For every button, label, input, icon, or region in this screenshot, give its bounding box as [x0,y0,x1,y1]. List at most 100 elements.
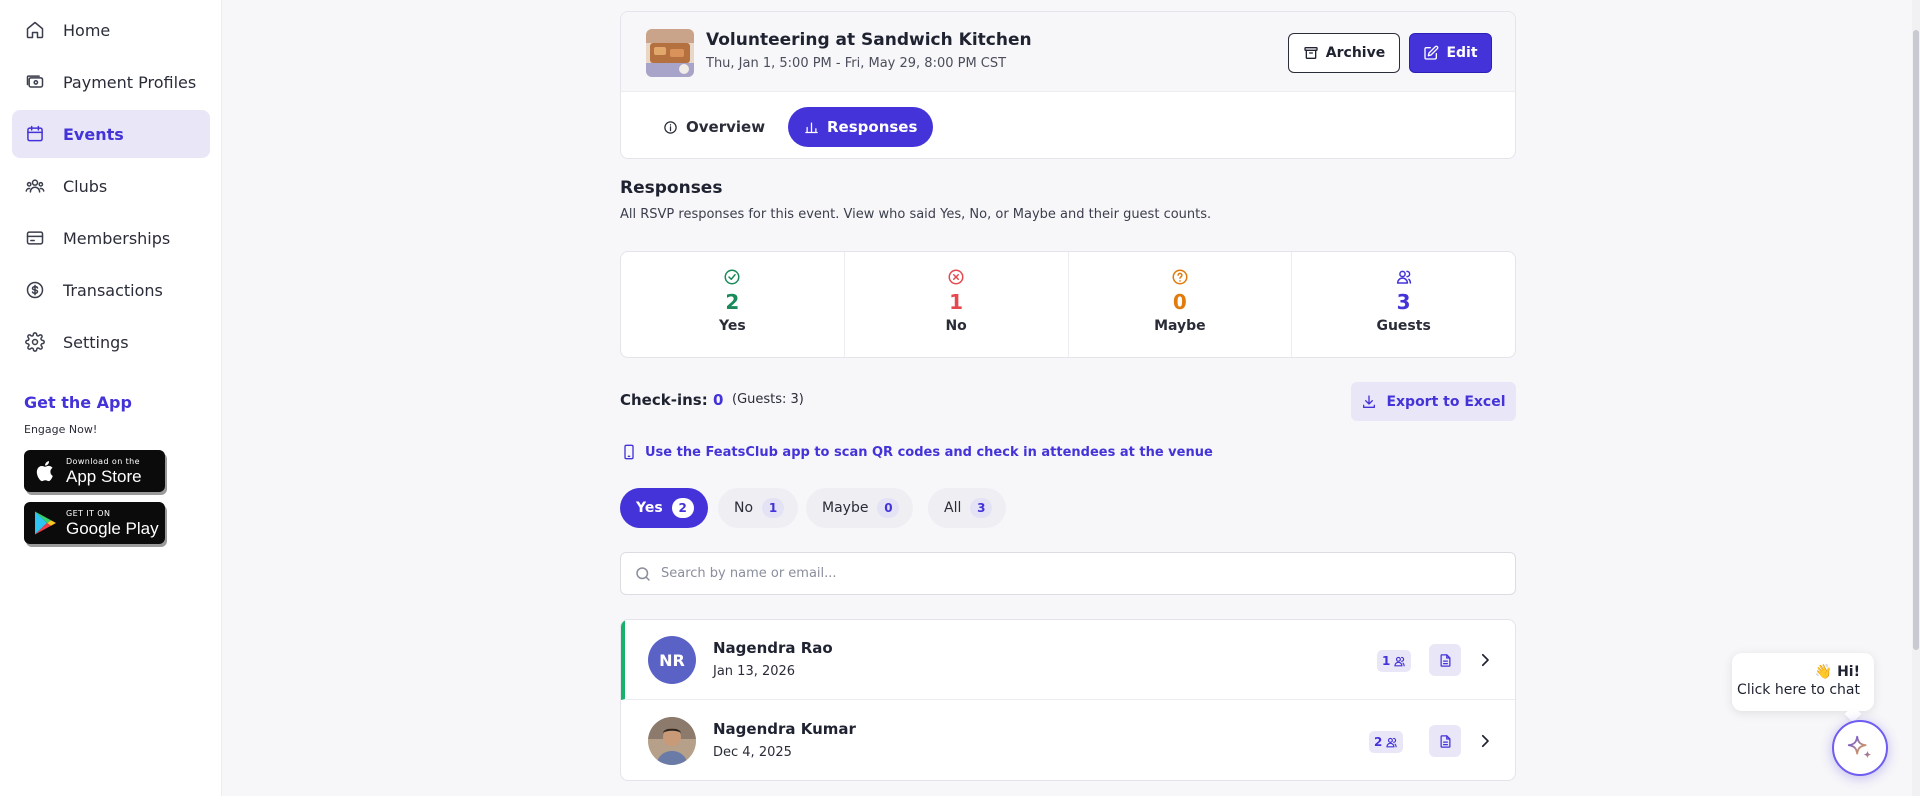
search-box [620,552,1516,595]
event-thumbnail [646,29,694,77]
sidebar-item-label: Events [63,124,124,144]
filter-no-count: 1 [762,498,785,518]
sidebar-item-payment-profiles[interactable]: Payment Profiles [12,58,210,106]
attendee-name: Nagendra Rao [713,639,833,657]
stat-guests: 3 Guests [1292,252,1515,357]
attendee-name: Nagendra Kumar [713,720,856,738]
export-button-label: Export to Excel [1386,393,1506,410]
stat-maybe-count: 0 [1172,290,1187,314]
edit-button-label: Edit [1446,45,1478,61]
users-icon [1396,270,1411,284]
event-header-top: Volunteering at Sandwich Kitchen Thu, Ja… [621,12,1515,92]
google-play-icon [35,511,56,535]
filter-maybe-count: 0 [877,498,900,518]
sidebar-item-events[interactable]: Events [12,110,210,158]
x-circle-icon [948,269,964,285]
filter-yes-label: Yes [636,500,663,516]
sidebar-item-label: Memberships [63,228,171,248]
sparkle-icon [1847,735,1872,759]
checkins-label: Check-ins: [620,391,708,409]
sidebar-item-transactions[interactable]: Transactions [12,266,210,314]
attendee-date: Jan 13, 2026 [713,664,796,679]
avatar-photo-icon [648,717,696,765]
checkins-guests: (Guests: 3) [732,392,804,407]
dollar-icon [26,281,44,299]
get-app-subtitle: Engage Now! [24,423,98,436]
edit-button[interactable]: Edit [1409,33,1492,73]
document-icon [1440,734,1450,748]
sidebar-item-label: Clubs [63,176,108,196]
chevron-right-icon[interactable] [1476,732,1494,750]
filter-yes[interactable]: Yes 2 [620,488,708,528]
export-to-excel-button[interactable]: Export to Excel [1351,382,1516,421]
home-icon [26,21,44,39]
scrollbar-thumb[interactable] [1913,30,1919,650]
event-date-range: Thu, Jan 1, 5:00 PM - Fri, May 29, 8:00 … [706,56,1007,71]
document-icon [1440,653,1450,667]
bar-chart-icon [805,122,818,133]
chat-prompt-text: Click here to chat [1737,682,1860,698]
filter-yes-count: 2 [671,498,694,518]
filter-no[interactable]: No 1 [718,488,799,528]
sidebar-item-settings[interactable]: Settings [12,318,210,366]
sidebar-item-label: Transactions [63,280,163,300]
google-play-big-text: Google Play [66,518,159,538]
google-play-badge[interactable]: GET IT ON Google Play [24,502,165,544]
attendee-date: Dec 4, 2025 [713,745,792,760]
check-circle-icon [724,269,740,285]
filter-all-label: All [944,500,962,516]
stat-guests-label: Guests [1376,318,1431,334]
chat-prompt-bubble[interactable]: 👋 Hi! Click here to chat [1732,653,1874,711]
stat-yes-count: 2 [725,290,740,314]
edit-icon [1424,45,1439,60]
payment-profiles-icon [26,75,44,88]
attendee-row[interactable]: NR Nagendra Rao Jan 13, 2026 1 [621,620,1515,700]
sidebar-item-home[interactable]: Home [12,6,210,54]
guest-count-badge: 2 [1369,731,1404,753]
checkins-count: 0 [713,391,724,409]
view-details-button[interactable] [1429,644,1461,676]
stat-yes: 2 Yes [621,252,845,357]
clubs-icon [25,179,45,193]
chat-button[interactable] [1832,720,1888,776]
scan-qr-note[interactable]: Use the FeatsClub app to scan QR codes a… [622,444,1213,460]
search-icon [636,567,650,581]
get-app-title: Get the App [24,393,132,412]
sidebar-item-clubs[interactable]: Clubs [12,162,210,210]
attendee-row[interactable]: Nagendra Kumar Dec 4, 2025 2 [621,701,1515,780]
stat-no-label: No [945,318,967,334]
avatar [648,717,696,765]
stat-maybe: 0 Maybe [1069,252,1293,357]
stat-guests-count: 3 [1396,290,1411,314]
archive-icon [1304,47,1318,59]
search-input[interactable] [661,553,1501,594]
users-icon [1394,656,1406,666]
stat-yes-label: Yes [719,318,746,334]
sidebar-item-memberships[interactable]: Memberships [12,214,210,262]
sidebar-item-label: Payment Profiles [63,72,197,92]
filter-maybe[interactable]: Maybe 0 [806,488,914,528]
archive-button[interactable]: Archive [1288,33,1400,73]
view-details-button[interactable] [1429,725,1461,757]
event-photo-icon [646,29,694,77]
chat-greeting: 👋 Hi! [1814,664,1860,680]
chevron-right-icon[interactable] [1476,651,1494,669]
tab-overview[interactable]: Overview [647,107,781,147]
filter-maybe-label: Maybe [822,500,869,516]
users-icon [1386,737,1398,747]
event-title: Volunteering at Sandwich Kitchen [706,30,1032,50]
rsvp-stats-card: 2 Yes 1 No 0 Maybe 3 Guests [620,251,1516,358]
stat-no: 1 No [845,252,1069,357]
google-play-small-text: GET IT ON [66,508,111,518]
app-store-badge[interactable]: Download on the App Store [24,450,165,492]
app-store-big-text: App Store [66,466,142,486]
gear-icon [25,332,45,352]
tab-responses[interactable]: Responses [788,107,934,147]
filter-all-count: 3 [970,498,993,518]
sidebar-item-label: Settings [63,332,129,352]
filter-all[interactable]: All 3 [928,488,1007,528]
filter-no-label: No [734,500,754,516]
phone-icon [624,444,634,460]
memberships-icon [26,231,44,245]
avatar: NR [648,636,696,684]
